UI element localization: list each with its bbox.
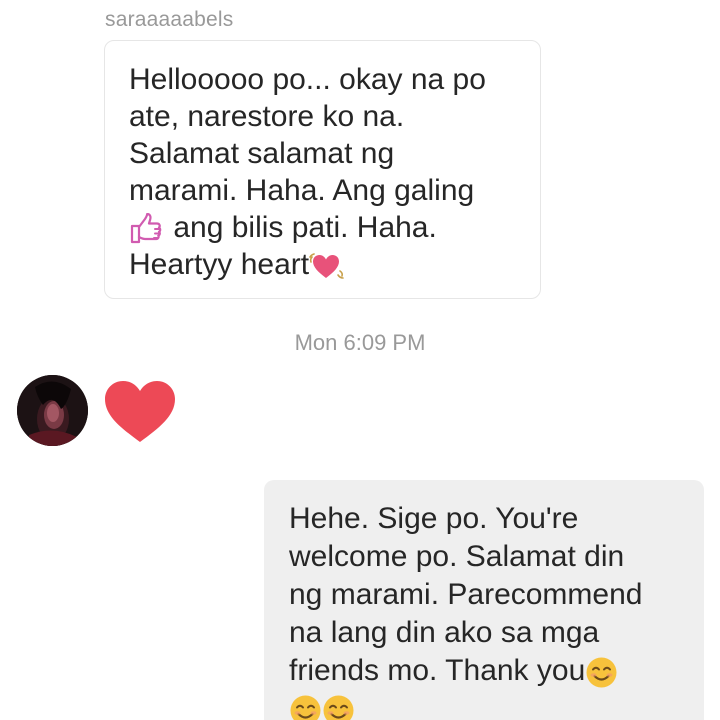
message-line-with-emoji: Heartyy heart <box>129 246 518 283</box>
message-line: welcome po. Salamat din <box>289 540 625 573</box>
incoming-message-bubble[interactable]: Hellooooo po... okay na po ate, narestor… <box>104 40 541 299</box>
smiling-face-icon <box>289 694 322 720</box>
sender-name[interactable]: saraaaaabels <box>105 8 234 32</box>
avatar[interactable] <box>17 375 88 446</box>
message-line: Hehe. Sige po. You're <box>289 502 579 535</box>
message-timestamp: Mon 6:09 PM <box>294 330 426 355</box>
message-line: ng marami. Parecommend <box>289 578 643 611</box>
message-line-text: ang bilis pati. Haha. <box>165 211 437 244</box>
emoji-line <box>289 690 686 720</box>
message-line: na lang din ako sa mga <box>289 616 600 649</box>
outgoing-message-bubble[interactable]: Hehe. Sige po. You're welcome po. Salama… <box>264 480 704 720</box>
red-heart-icon[interactable] <box>103 380 177 449</box>
message-line-with-emoji: ang bilis pati. Haha. <box>129 209 518 246</box>
message-line-with-emoji: friends mo. Thank you <box>289 652 686 690</box>
smiling-face-icon <box>322 694 355 720</box>
chat-thread: saraaaaabels Hellooooo po... okay na po … <box>0 0 720 720</box>
message-line: Hellooooo po... okay na po <box>129 63 486 96</box>
message-line-text: friends mo. Thank you <box>289 654 586 687</box>
message-line: Salamat salamat ng <box>129 137 395 170</box>
message-line-text: Heartyy heart <box>129 248 310 281</box>
message-line: marami. Haha. Ang galing <box>129 174 475 207</box>
message-line: ate, narestore ko na. <box>129 100 405 133</box>
smiling-face-icon <box>585 656 618 689</box>
beating-heart-icon <box>309 251 345 281</box>
thumbs-up-icon <box>129 213 165 245</box>
